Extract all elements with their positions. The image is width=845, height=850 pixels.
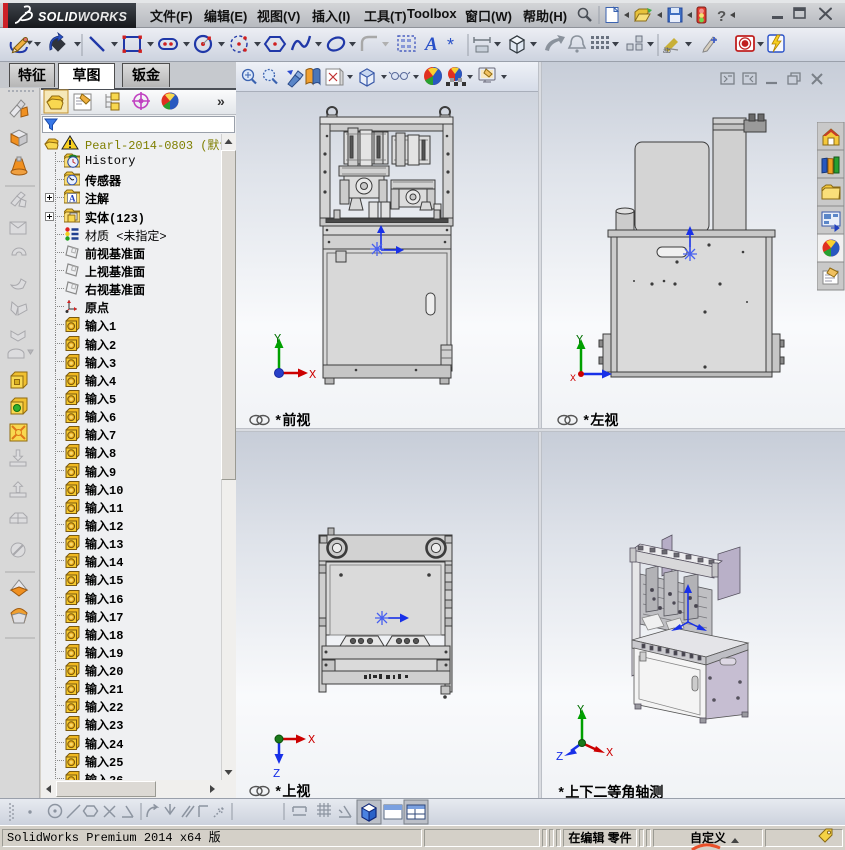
- svg-text:Z: Z: [273, 767, 280, 781]
- svg-text:X: X: [570, 374, 576, 385]
- svg-text:A: A: [424, 34, 438, 55]
- svg-text:?: ?: [717, 8, 726, 25]
- svg-text:*前视: *前视: [274, 412, 310, 428]
- svg-text:Y: Y: [576, 333, 583, 347]
- svg-text:Z: Z: [556, 750, 563, 764]
- svg-text:*左视: *左视: [582, 412, 618, 428]
- svg-text:ab: ab: [663, 48, 671, 55]
- svg-text:X: X: [606, 746, 613, 760]
- svg-text:A: A: [69, 194, 76, 204]
- svg-text:SOLIDWORKS: SOLIDWORKS: [38, 10, 127, 24]
- svg-text:*: *: [447, 35, 454, 55]
- svg-text:Y: Y: [577, 703, 584, 717]
- svg-text:»: »: [217, 93, 225, 109]
- svg-text:X: X: [309, 368, 316, 382]
- svg-text:X: X: [308, 733, 315, 747]
- svg-text:*上视: *上视: [274, 783, 310, 799]
- svg-text:Y: Y: [274, 332, 281, 346]
